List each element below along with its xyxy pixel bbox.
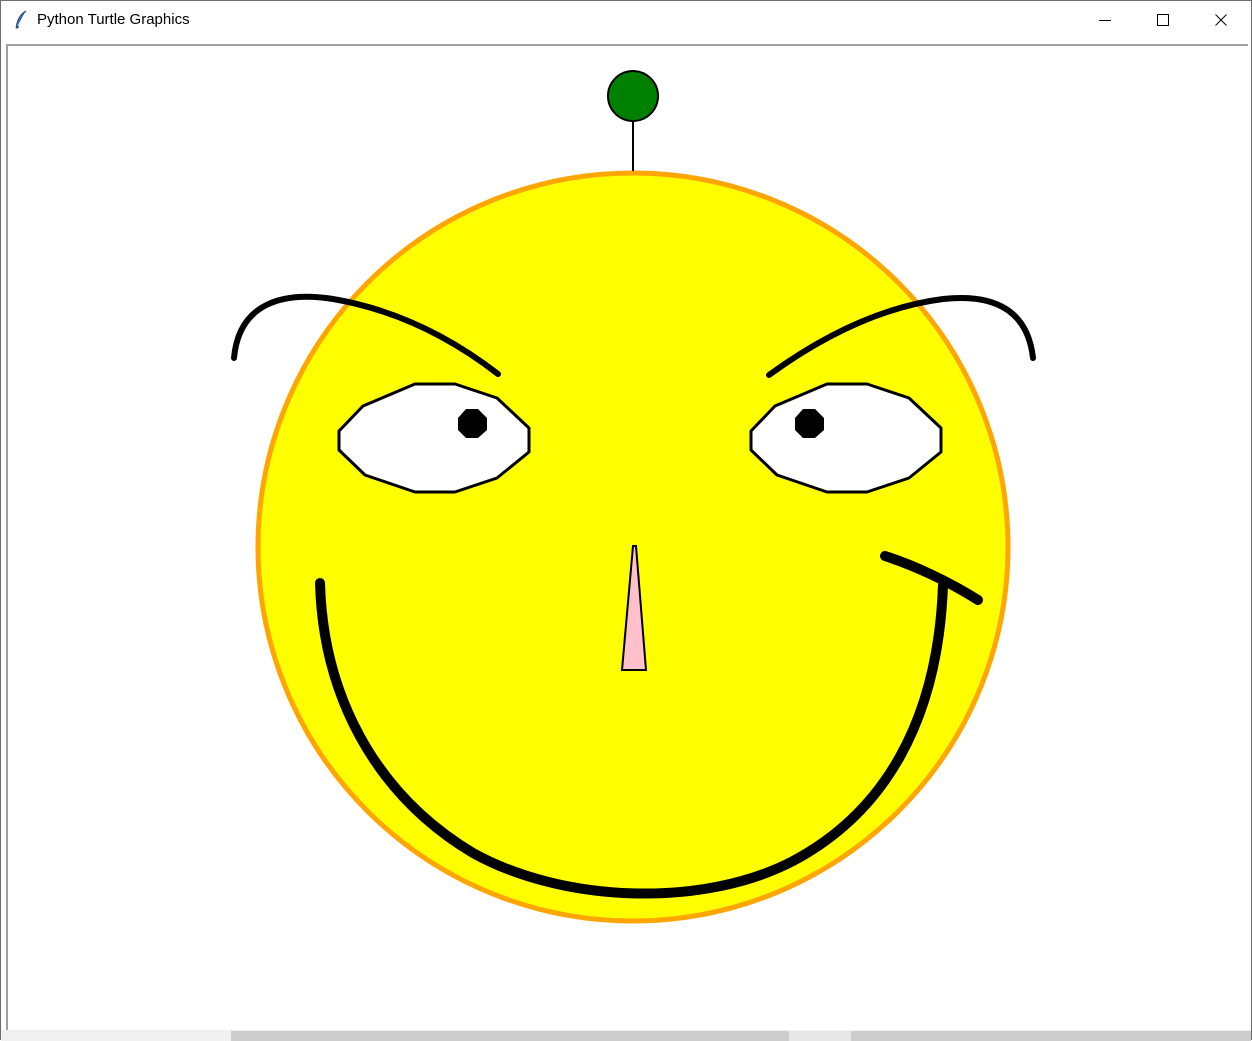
antenna-ball <box>607 70 659 122</box>
maximize-icon <box>1157 14 1169 26</box>
title-bar[interactable]: Python Turtle Graphics <box>1 1 1251 39</box>
close-icon <box>1215 14 1227 26</box>
window-title: Python Turtle Graphics <box>37 11 190 28</box>
minimize-icon <box>1099 20 1111 21</box>
turtle-window: Python Turtle Graphics <box>0 0 1252 1041</box>
minimize-button[interactable] <box>1076 1 1134 39</box>
turtle-canvas[interactable] <box>6 44 1248 1030</box>
smiley-drawing <box>231 70 1036 924</box>
feather-icon <box>13 10 29 30</box>
close-button[interactable] <box>1192 1 1250 39</box>
horizontal-scrollbar[interactable] <box>1 1030 1251 1041</box>
maximize-button[interactable] <box>1134 1 1192 39</box>
